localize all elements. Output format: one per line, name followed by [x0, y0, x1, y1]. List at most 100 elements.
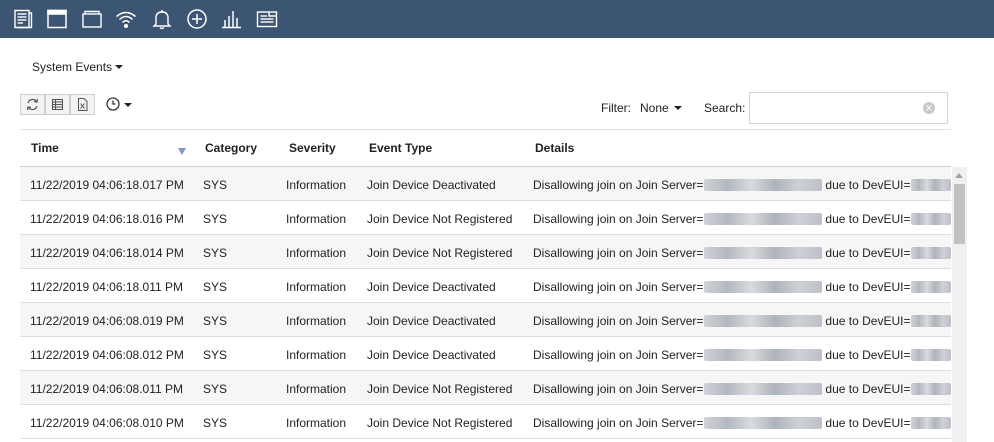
- redacted-dev-eui: [911, 315, 951, 327]
- details-prefix: Disallowing join on Join Server=: [533, 178, 704, 192]
- details-middle: due to DevEUI=: [825, 348, 911, 362]
- cell-time: 11/22/2019 04:06:18.011 PM: [30, 280, 184, 294]
- cell-category: SYS: [203, 348, 228, 362]
- refresh-icon: [26, 98, 39, 111]
- time-range-button[interactable]: [104, 94, 135, 115]
- column-header-category[interactable]: Category: [205, 141, 257, 155]
- redacted-server-id: [704, 417, 823, 429]
- column-header-event-type[interactable]: Event Type: [369, 141, 432, 155]
- cell-severity: Information: [286, 212, 347, 226]
- excel-export-icon: [78, 98, 88, 111]
- details-prefix: Disallowing join on Join Server=: [533, 348, 704, 362]
- cell-event-type: Join Device Not Registered: [367, 382, 513, 396]
- cell-severity: Information: [286, 416, 347, 430]
- redacted-dev-eui: [911, 179, 951, 191]
- cell-category: SYS: [203, 382, 228, 396]
- search-input[interactable]: [749, 92, 948, 124]
- cell-category: SYS: [203, 280, 228, 294]
- top-toolbar: [0, 0, 994, 38]
- cell-event-type: Join Device Deactivated: [367, 314, 496, 328]
- caret-down-icon: [124, 103, 132, 107]
- cell-severity: Information: [286, 178, 347, 192]
- system-events-menu[interactable]: System Events: [32, 60, 124, 74]
- cell-event-type: Join Device Not Registered: [367, 416, 513, 430]
- tabs-icon[interactable]: [80, 7, 104, 31]
- window-icon[interactable]: [45, 7, 69, 31]
- filter-dropdown[interactable]: None: [640, 101, 682, 115]
- csv-export-icon: [52, 99, 63, 110]
- cell-category: SYS: [203, 416, 228, 430]
- table-row[interactable]: 11/22/2019 04:06:18.017 PM SYS Information…: [20, 167, 951, 201]
- redacted-dev-eui: [911, 417, 951, 429]
- redacted-dev-eui: [911, 247, 951, 259]
- clear-search-icon[interactable]: ✕: [923, 102, 935, 114]
- excel-export-button[interactable]: [70, 94, 95, 115]
- redacted-server-id: [704, 383, 823, 395]
- cell-time: 11/22/2019 04:06:18.014 PM: [30, 246, 184, 260]
- cell-details: Disallowing join on Join Server= due to D…: [533, 178, 951, 192]
- table-row[interactable]: 11/22/2019 04:06:08.010 PM SYS Information…: [20, 405, 951, 439]
- cell-details: Disallowing join on Join Server= due to D…: [533, 416, 951, 430]
- filter-value: None: [640, 101, 669, 115]
- csv-export-button[interactable]: [45, 94, 70, 115]
- cell-severity: Information: [286, 280, 347, 294]
- dashboard-icon[interactable]: [11, 7, 35, 31]
- details-middle: due to DevEUI=: [825, 246, 911, 260]
- redacted-server-id: [704, 349, 823, 361]
- redacted-dev-eui: [911, 383, 951, 395]
- system-events-label: System Events: [32, 60, 113, 74]
- redacted-server-id: [704, 247, 823, 259]
- cell-event-type: Join Device Not Registered: [367, 246, 513, 260]
- redacted-server-id: [704, 281, 823, 293]
- cell-details: Disallowing join on Join Server= due to D…: [533, 348, 951, 362]
- cell-category: SYS: [203, 178, 228, 192]
- plus-circle-icon[interactable]: [185, 7, 209, 31]
- cell-details: Disallowing join on Join Server= due to D…: [533, 382, 951, 396]
- column-header-severity[interactable]: Severity: [289, 141, 336, 155]
- table-row[interactable]: 11/22/2019 04:06:18.014 PM SYS Information…: [20, 235, 951, 269]
- table-row[interactable]: 11/22/2019 04:06:18.016 PM SYS Information…: [20, 201, 951, 235]
- cell-category: SYS: [203, 314, 228, 328]
- cell-severity: Information: [286, 348, 347, 362]
- cell-event-type: Join Device Deactivated: [367, 348, 496, 362]
- details-middle: due to DevEUI=: [825, 280, 911, 294]
- table-row[interactable]: 11/22/2019 04:06:08.019 PM SYS Information…: [20, 303, 951, 337]
- bar-chart-icon[interactable]: [219, 7, 243, 31]
- details-prefix: Disallowing join on Join Server=: [533, 314, 704, 328]
- column-header-details[interactable]: Details: [535, 141, 574, 155]
- cell-details: Disallowing join on Join Server= due to D…: [533, 280, 951, 294]
- refresh-button[interactable]: [20, 94, 45, 115]
- filter-label: Filter:: [601, 101, 631, 115]
- divider: [20, 129, 951, 130]
- clock-icon: [106, 97, 120, 111]
- bell-icon[interactable]: [150, 7, 174, 31]
- details-prefix: Disallowing join on Join Server=: [533, 280, 704, 294]
- details-middle: due to DevEUI=: [825, 416, 911, 430]
- details-middle: due to DevEUI=: [825, 382, 911, 396]
- redacted-dev-eui: [911, 213, 951, 225]
- table-row[interactable]: 11/22/2019 04:06:08.011 PM SYS Information…: [20, 371, 951, 405]
- events-table-body: 11/22/2019 04:06:18.017 PM SYS Information…: [20, 167, 951, 442]
- cell-time: 11/22/2019 04:06:08.012 PM: [30, 348, 184, 362]
- scrollbar-thumb[interactable]: [954, 184, 965, 244]
- table-row[interactable]: 11/22/2019 04:06:08.012 PM SYS Information…: [20, 337, 951, 371]
- cell-event-type: Join Device Deactivated: [367, 280, 496, 294]
- table-row[interactable]: 11/22/2019 04:06:18.011 PM SYS Information…: [20, 269, 951, 303]
- cell-time: 11/22/2019 04:06:08.019 PM: [30, 314, 184, 328]
- wifi-icon[interactable]: [114, 7, 138, 31]
- caret-down-icon: [673, 106, 682, 110]
- cell-event-type: Join Device Not Registered: [367, 212, 513, 226]
- column-header-time[interactable]: Time: [31, 141, 59, 155]
- details-middle: due to DevEUI=: [825, 178, 911, 192]
- details-middle: due to DevEUI=: [825, 212, 911, 226]
- redacted-server-id: [704, 315, 823, 327]
- cell-time: 11/22/2019 04:06:08.011 PM: [30, 382, 184, 396]
- cell-time: 11/22/2019 04:06:18.016 PM: [30, 212, 184, 226]
- report-icon[interactable]: [255, 7, 279, 31]
- sort-descending-icon[interactable]: [178, 148, 186, 155]
- cell-category: SYS: [203, 212, 228, 226]
- redacted-server-id: [704, 179, 823, 191]
- details-middle: due to DevEUI=: [825, 314, 911, 328]
- scroll-up-icon[interactable]: [955, 173, 963, 178]
- redacted-dev-eui: [911, 349, 951, 361]
